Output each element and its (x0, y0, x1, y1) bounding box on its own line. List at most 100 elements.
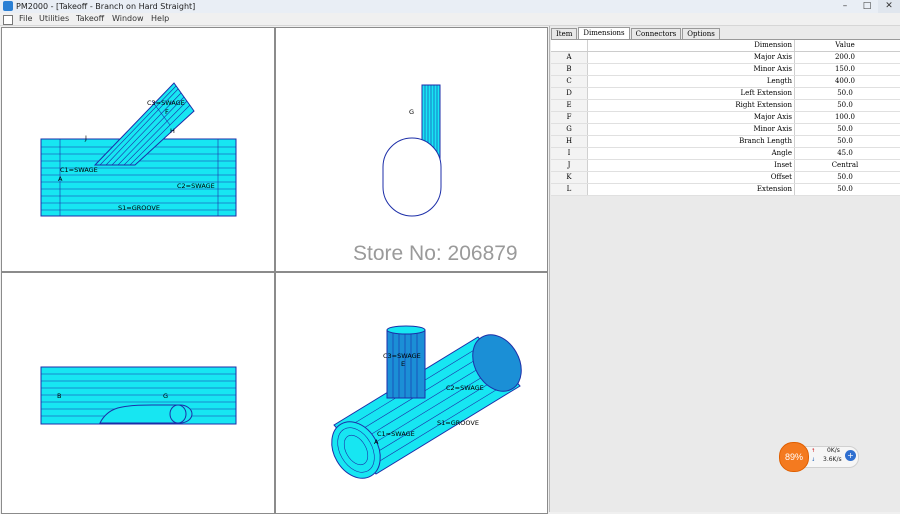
dimension-key: A (551, 52, 588, 63)
dimension-value-field[interactable]: 50.0 (795, 184, 895, 195)
branch-iso-top (386, 325, 426, 335)
menu-window[interactable]: Window (112, 13, 144, 25)
dimension-key: G (551, 124, 588, 135)
front-view-drawing: C3=SWAGE F H J C1=SWAGE A C2=SWAGE S1=GR… (40, 82, 237, 217)
main-pipe-section (382, 137, 442, 217)
label-f: F (165, 108, 169, 116)
menu-bar: File Utilities Takeoff Window Help (0, 13, 900, 26)
tab-options[interactable]: Options (682, 28, 720, 39)
memory-usage-badge[interactable]: 89% (779, 442, 809, 472)
dimension-row[interactable]: E Right Extension 50.0 (551, 100, 900, 112)
dimension-value-field[interactable]: 50.0 (795, 88, 895, 99)
label-h: H (170, 127, 175, 135)
upload-speed: 0K/s (827, 447, 840, 454)
label-b: B (57, 392, 61, 400)
dimension-name: Extension (588, 184, 795, 195)
grid-header-key (551, 40, 588, 51)
dimension-key: H (551, 136, 588, 147)
dimension-key: J (551, 160, 588, 171)
dimension-row[interactable]: G Minor Axis 50.0 (551, 124, 900, 136)
menu-utilities[interactable]: Utilities (39, 13, 69, 25)
dimension-row[interactable]: L Extension 50.0 (551, 184, 900, 196)
boost-icon[interactable]: + (845, 450, 856, 461)
dimension-row[interactable]: J Inset Central (551, 160, 900, 172)
dimension-key: I (551, 148, 588, 159)
dimension-row[interactable]: C Length 400.0 (551, 76, 900, 88)
dimension-row[interactable]: F Major Axis 100.0 (551, 112, 900, 124)
grid-header-row: Dimension Value (551, 40, 900, 52)
dimension-value-field[interactable]: 150.0 (795, 64, 895, 75)
dimension-value-field[interactable]: 400.0 (795, 76, 895, 87)
dimension-name: Major Axis (588, 112, 795, 123)
window-controls: – □ ✕ (834, 0, 900, 13)
menu-help[interactable]: Help (151, 13, 169, 25)
top-view-viewport[interactable]: B G (1, 272, 275, 514)
dimension-value-field[interactable]: 100.0 (795, 112, 895, 123)
dimension-value-field[interactable]: 50.0 (795, 124, 895, 135)
iso-view-viewport[interactable]: C3=SWAGE E C2=SWAGE C1=SWAGE A S1=GROOVE (275, 272, 548, 514)
grid-header-value: Value (835, 41, 855, 49)
dimension-name: Offset (588, 172, 795, 183)
dimension-key: B (551, 64, 588, 75)
dimension-value-field[interactable]: 200.0 (795, 52, 895, 63)
dimension-name: Length (588, 76, 795, 87)
download-speed: 3.6K/s (823, 456, 842, 463)
store-watermark: Store No: 206879 (353, 242, 518, 265)
dimension-row[interactable]: H Branch Length 50.0 (551, 136, 900, 148)
dimension-row[interactable]: K Offset 50.0 (551, 172, 900, 184)
side-view-viewport[interactable]: G (275, 27, 548, 272)
maximize-button[interactable]: □ (856, 0, 878, 13)
dimension-value-field[interactable]: 45.0 (795, 148, 895, 159)
dimension-value-field[interactable]: 50.0 (795, 136, 895, 147)
label-g-top: G (163, 392, 168, 400)
dimension-name: Major Axis (588, 52, 795, 63)
dimension-key: D (551, 88, 588, 99)
label-c1: C1=SWAGE (60, 166, 98, 174)
document-icon[interactable] (3, 15, 13, 25)
dimension-row[interactable]: D Left Extension 50.0 (551, 88, 900, 100)
tab-connectors[interactable]: Connectors (630, 28, 682, 39)
label-a-iso: A (374, 438, 379, 446)
dimension-value-field[interactable]: 50.0 (795, 172, 895, 183)
dimension-row[interactable]: A Major Axis 200.0 (551, 52, 900, 64)
dimension-key: C (551, 76, 588, 87)
front-view-viewport[interactable]: C3=SWAGE F H J C1=SWAGE A C2=SWAGE S1=GR… (1, 27, 275, 272)
label-c1-iso: C1=SWAGE (377, 430, 415, 438)
dimension-name: Inset (588, 160, 795, 171)
panel-tabs: Item Dimensions Connectors Options (551, 27, 721, 39)
network-meter-widget[interactable]: 89% ↑ 0K/s ↓ 3.6K/s + (779, 442, 859, 472)
grid-header-dimension: Dimension (588, 40, 795, 51)
minimize-button[interactable]: – (834, 0, 856, 13)
dimension-name: Minor Axis (588, 64, 795, 75)
label-g: G (409, 108, 414, 116)
dimension-name: Left Extension (588, 88, 795, 99)
dimension-key: F (551, 112, 588, 123)
tab-item[interactable]: Item (551, 28, 578, 39)
label-c3-iso: C3=SWAGE (383, 352, 421, 360)
side-view-drawing: G (382, 84, 442, 217)
label-c3: C3=SWAGE (147, 99, 185, 107)
dimension-value-field[interactable]: 50.0 (795, 100, 895, 111)
label-c2: C2=SWAGE (177, 182, 215, 190)
properties-panel: Item Dimensions Connectors Options Dimen… (549, 26, 900, 512)
dimension-name: Right Extension (588, 100, 795, 111)
label-s1: S1=GROOVE (118, 204, 160, 212)
dimension-name: Angle (588, 148, 795, 159)
close-button[interactable]: ✕ (878, 0, 900, 13)
dimension-row[interactable]: I Angle 45.0 (551, 148, 900, 160)
window-title: PM2000 - [Takeoff - Branch on Hard Strai… (16, 2, 196, 11)
dimension-key: K (551, 172, 588, 183)
dimension-value-field[interactable]: Central (795, 160, 895, 171)
label-c2-iso: C2=SWAGE (446, 384, 484, 392)
dimension-key: L (551, 184, 588, 195)
label-a: A (58, 175, 63, 183)
label-j: J (84, 134, 87, 142)
label-s1-iso: S1=GROOVE (437, 419, 479, 427)
iso-view-drawing: C3=SWAGE E C2=SWAGE C1=SWAGE A S1=GROOVE (331, 325, 522, 479)
menu-takeoff[interactable]: Takeoff (76, 13, 104, 25)
tab-dimensions[interactable]: Dimensions (578, 27, 630, 39)
menu-file[interactable]: File (19, 13, 32, 25)
title-bar: PM2000 - [Takeoff - Branch on Hard Strai… (0, 0, 900, 14)
dimension-row[interactable]: B Minor Axis 150.0 (551, 64, 900, 76)
label-e-iso: E (401, 360, 405, 368)
